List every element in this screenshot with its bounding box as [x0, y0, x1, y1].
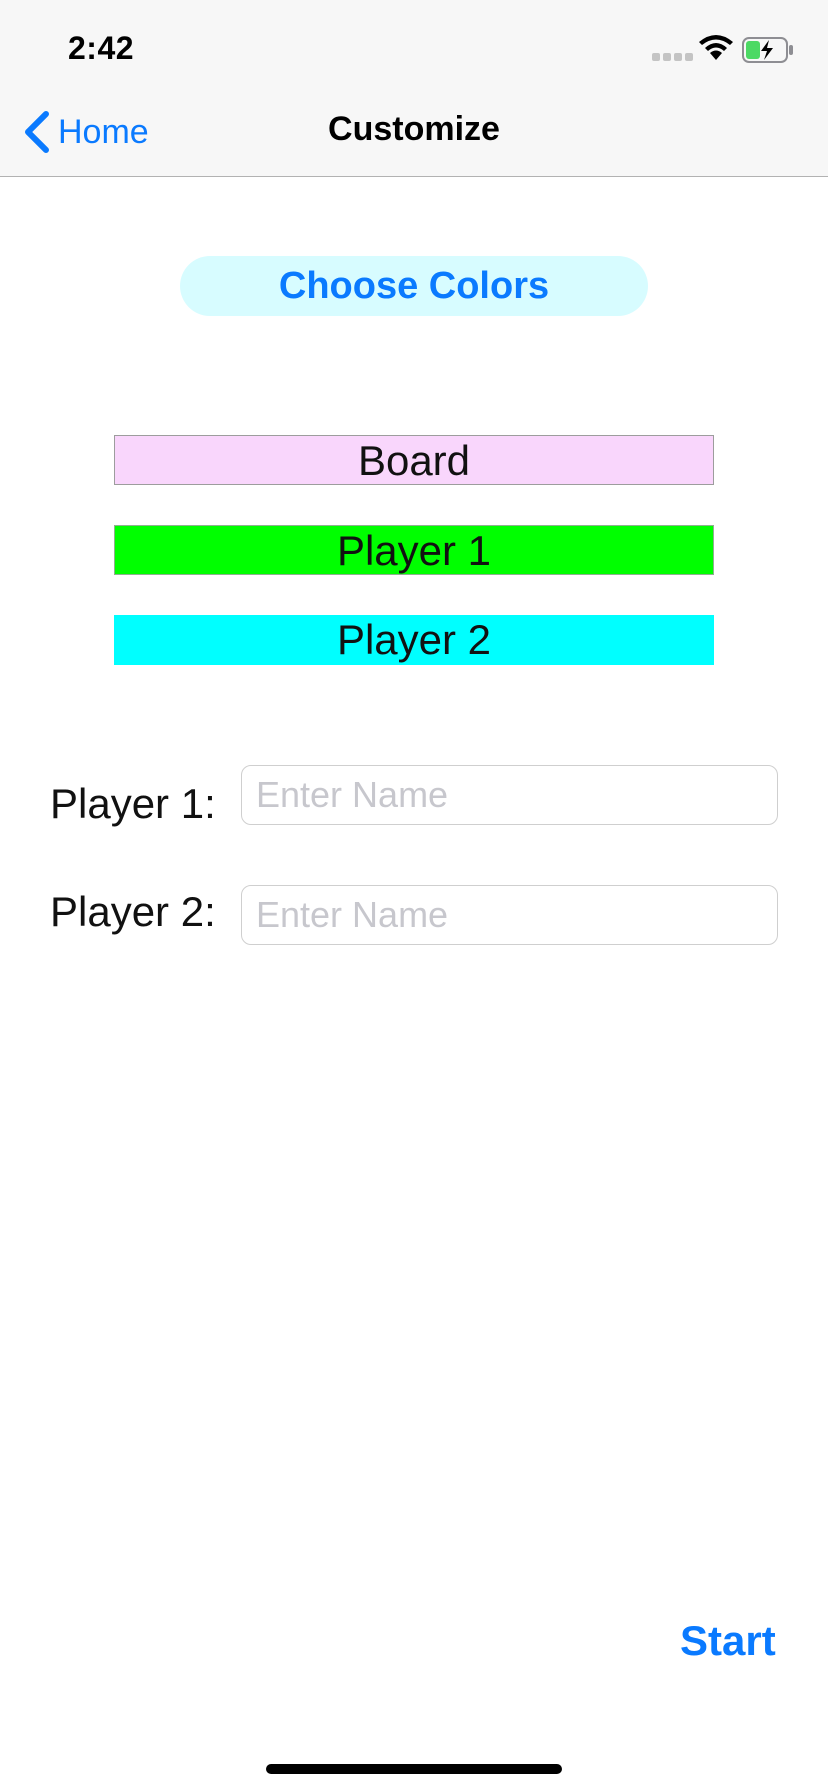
player-2-name-input[interactable] [241, 885, 778, 945]
cellular-signal-icon [652, 53, 693, 61]
choose-colors-button[interactable]: Choose Colors [180, 256, 648, 316]
status-time: 2:42 [68, 30, 135, 66]
board-color-swatch[interactable]: Board [114, 435, 714, 485]
battery-charging-icon [742, 37, 793, 63]
navigation-bar: 2:42 Home Customize [0, 0, 828, 177]
player-1-name-input[interactable] [241, 765, 778, 825]
player-1-label: Player 1: [50, 780, 216, 827]
start-button[interactable]: Start [680, 1617, 776, 1665]
home-indicator[interactable] [266, 1764, 562, 1774]
player-2-label: Player 2: [50, 888, 216, 935]
wifi-icon [699, 35, 733, 60]
page-title: Customize [328, 110, 500, 148]
player-1-color-swatch[interactable]: Player 1 [114, 525, 714, 575]
player-2-color-swatch[interactable]: Player 2 [114, 615, 714, 665]
